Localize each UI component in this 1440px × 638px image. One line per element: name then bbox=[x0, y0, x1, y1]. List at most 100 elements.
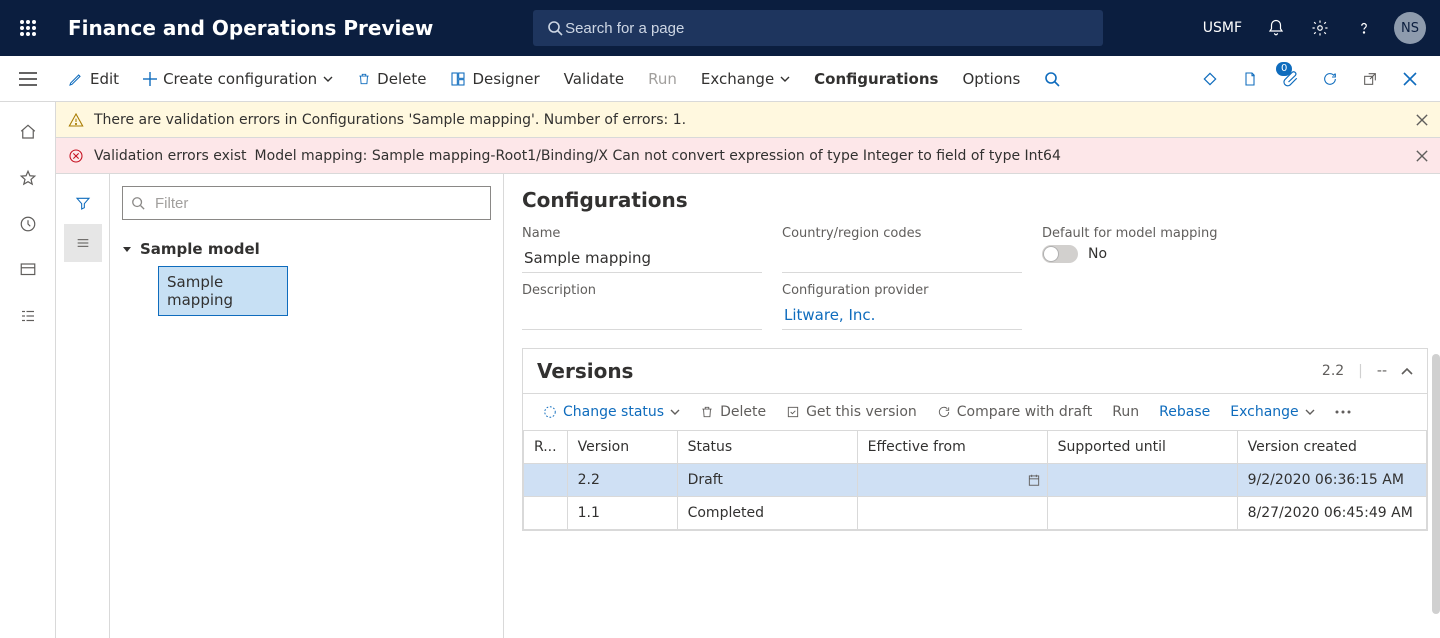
col-status[interactable]: Status bbox=[677, 431, 857, 464]
tree-filter-box[interactable] bbox=[122, 186, 491, 220]
versions-exchange-button[interactable]: Exchange bbox=[1224, 404, 1320, 420]
tree-toolbar bbox=[56, 174, 110, 638]
value-provider[interactable]: Litware, Inc. bbox=[782, 302, 1022, 330]
tree-root-node[interactable]: Sample model bbox=[122, 236, 491, 262]
versions-delete-button[interactable]: Delete bbox=[694, 404, 772, 420]
cell-created[interactable]: 9/2/2020 06:36:15 AM bbox=[1237, 464, 1426, 497]
more-icon bbox=[1335, 410, 1351, 414]
tree-list-mode-button[interactable] bbox=[64, 224, 102, 262]
nav-pane-toggle[interactable] bbox=[0, 56, 56, 101]
search-icon bbox=[131, 196, 145, 210]
col-supported[interactable]: Supported until bbox=[1047, 431, 1237, 464]
table-row[interactable]: 2.2Draft 9/2/2020 06:36:15 AM bbox=[524, 464, 1427, 497]
refresh-button[interactable] bbox=[1310, 56, 1350, 102]
options-label: Options bbox=[962, 70, 1020, 88]
validate-button[interactable]: Validate bbox=[552, 56, 636, 101]
value-default: No bbox=[1088, 246, 1107, 262]
options-button[interactable]: Options bbox=[950, 56, 1032, 101]
configurations-label: Configurations bbox=[814, 70, 938, 88]
close-page-button[interactable] bbox=[1390, 56, 1430, 102]
home-button[interactable] bbox=[8, 112, 48, 152]
default-mapping-toggle[interactable] bbox=[1042, 245, 1078, 263]
table-row[interactable]: 1.1Completed 8/27/2020 06:45:49 AM bbox=[524, 497, 1427, 530]
vertical-scrollbar[interactable] bbox=[1432, 354, 1440, 614]
validation-error-bar: Validation errors exist Model mapping: S… bbox=[56, 138, 1440, 174]
favorites-button[interactable] bbox=[8, 158, 48, 198]
error-close-button[interactable] bbox=[1416, 150, 1428, 162]
calendar-icon[interactable] bbox=[1027, 473, 1041, 487]
close-icon bbox=[1416, 150, 1428, 162]
cell-supported[interactable] bbox=[1047, 497, 1237, 530]
cell-r[interactable] bbox=[524, 464, 568, 497]
col-r[interactable]: R... bbox=[524, 431, 568, 464]
compare-label: Compare with draft bbox=[957, 404, 1093, 420]
create-configuration-button[interactable]: Create configuration bbox=[131, 56, 345, 101]
delete-button[interactable]: Delete bbox=[345, 56, 438, 101]
tree-root-label: Sample model bbox=[140, 240, 260, 258]
home-icon bbox=[19, 123, 37, 141]
value-country[interactable] bbox=[782, 245, 1022, 273]
help-button[interactable] bbox=[1344, 0, 1384, 56]
change-status-button[interactable]: Change status bbox=[537, 404, 686, 420]
help-icon bbox=[1355, 19, 1373, 37]
global-search[interactable] bbox=[533, 10, 1103, 46]
workspaces-button[interactable] bbox=[8, 250, 48, 290]
clock-icon bbox=[19, 215, 37, 233]
versions-card-header[interactable]: Versions 2.2 | -- bbox=[523, 349, 1427, 394]
open-in-office-button[interactable] bbox=[1230, 56, 1270, 102]
cell-r[interactable] bbox=[524, 497, 568, 530]
compare-with-draft-button[interactable]: Compare with draft bbox=[931, 404, 1099, 420]
edit-button[interactable]: Edit bbox=[56, 56, 131, 101]
toolbar-search-button[interactable] bbox=[1032, 56, 1072, 101]
cell-created[interactable]: 8/27/2020 06:45:49 AM bbox=[1237, 497, 1426, 530]
versions-summary-version: 2.2 bbox=[1322, 363, 1344, 379]
col-effective[interactable]: Effective from bbox=[857, 431, 1047, 464]
settings-button[interactable] bbox=[1300, 0, 1340, 56]
office-icon bbox=[1242, 71, 1258, 87]
user-avatar[interactable]: NS bbox=[1394, 12, 1426, 44]
versions-run-button[interactable]: Run bbox=[1106, 404, 1145, 420]
recent-button[interactable] bbox=[8, 204, 48, 244]
search-input[interactable] bbox=[563, 19, 1089, 38]
configurations-tab[interactable]: Configurations bbox=[802, 56, 950, 101]
get-this-version-button[interactable]: Get this version bbox=[780, 404, 923, 420]
detail-pane: Configurations Name Sample mapping Count… bbox=[504, 174, 1440, 638]
tree-filter-input[interactable] bbox=[153, 194, 482, 213]
cell-effective[interactable] bbox=[857, 497, 1047, 530]
modules-button[interactable] bbox=[8, 296, 48, 336]
designer-button[interactable]: Designer bbox=[438, 56, 551, 101]
versions-more-button[interactable] bbox=[1329, 410, 1357, 414]
error-body: Model mapping: Sample mapping-Root1/Bind… bbox=[255, 148, 1061, 164]
warning-close-button[interactable] bbox=[1416, 114, 1428, 126]
configuration-tree-pane: Sample model Sample mapping bbox=[110, 174, 504, 638]
trash-icon bbox=[357, 71, 371, 87]
exchange-button[interactable]: Exchange bbox=[689, 56, 802, 101]
versions-card: Versions 2.2 | -- Change status Delete bbox=[522, 348, 1428, 531]
cell-version[interactable]: 1.1 bbox=[567, 497, 677, 530]
value-description[interactable] bbox=[522, 302, 762, 330]
chevron-up-icon bbox=[1401, 367, 1413, 375]
error-title: Validation errors exist bbox=[94, 148, 247, 164]
global-header: Finance and Operations Preview USMF NS bbox=[0, 0, 1440, 56]
col-version[interactable]: Version bbox=[567, 431, 677, 464]
cell-effective[interactable] bbox=[857, 464, 1047, 497]
cell-status[interactable]: Draft bbox=[677, 464, 857, 497]
value-name[interactable]: Sample mapping bbox=[522, 245, 762, 273]
app-launcher-button[interactable] bbox=[0, 19, 56, 37]
cell-version[interactable]: 2.2 bbox=[567, 464, 677, 497]
tree-filter-mode-button[interactable] bbox=[64, 184, 102, 222]
rebase-button[interactable]: Rebase bbox=[1153, 404, 1216, 420]
close-icon bbox=[1403, 72, 1417, 86]
cell-supported[interactable] bbox=[1047, 464, 1237, 497]
col-created[interactable]: Version created bbox=[1237, 431, 1426, 464]
field-default-mapping: Default for model mapping No bbox=[1042, 226, 1302, 273]
cell-status[interactable]: Completed bbox=[677, 497, 857, 530]
tree-child-selected[interactable]: Sample mapping bbox=[158, 266, 288, 316]
notifications-button[interactable] bbox=[1256, 0, 1296, 56]
attachments-button[interactable]: 0 bbox=[1270, 56, 1310, 102]
legal-entity[interactable]: USMF bbox=[1203, 20, 1242, 36]
chevron-down-icon bbox=[670, 409, 680, 415]
popout-button[interactable] bbox=[1350, 56, 1390, 102]
personalize-button[interactable] bbox=[1190, 56, 1230, 102]
compare-icon bbox=[937, 405, 951, 419]
